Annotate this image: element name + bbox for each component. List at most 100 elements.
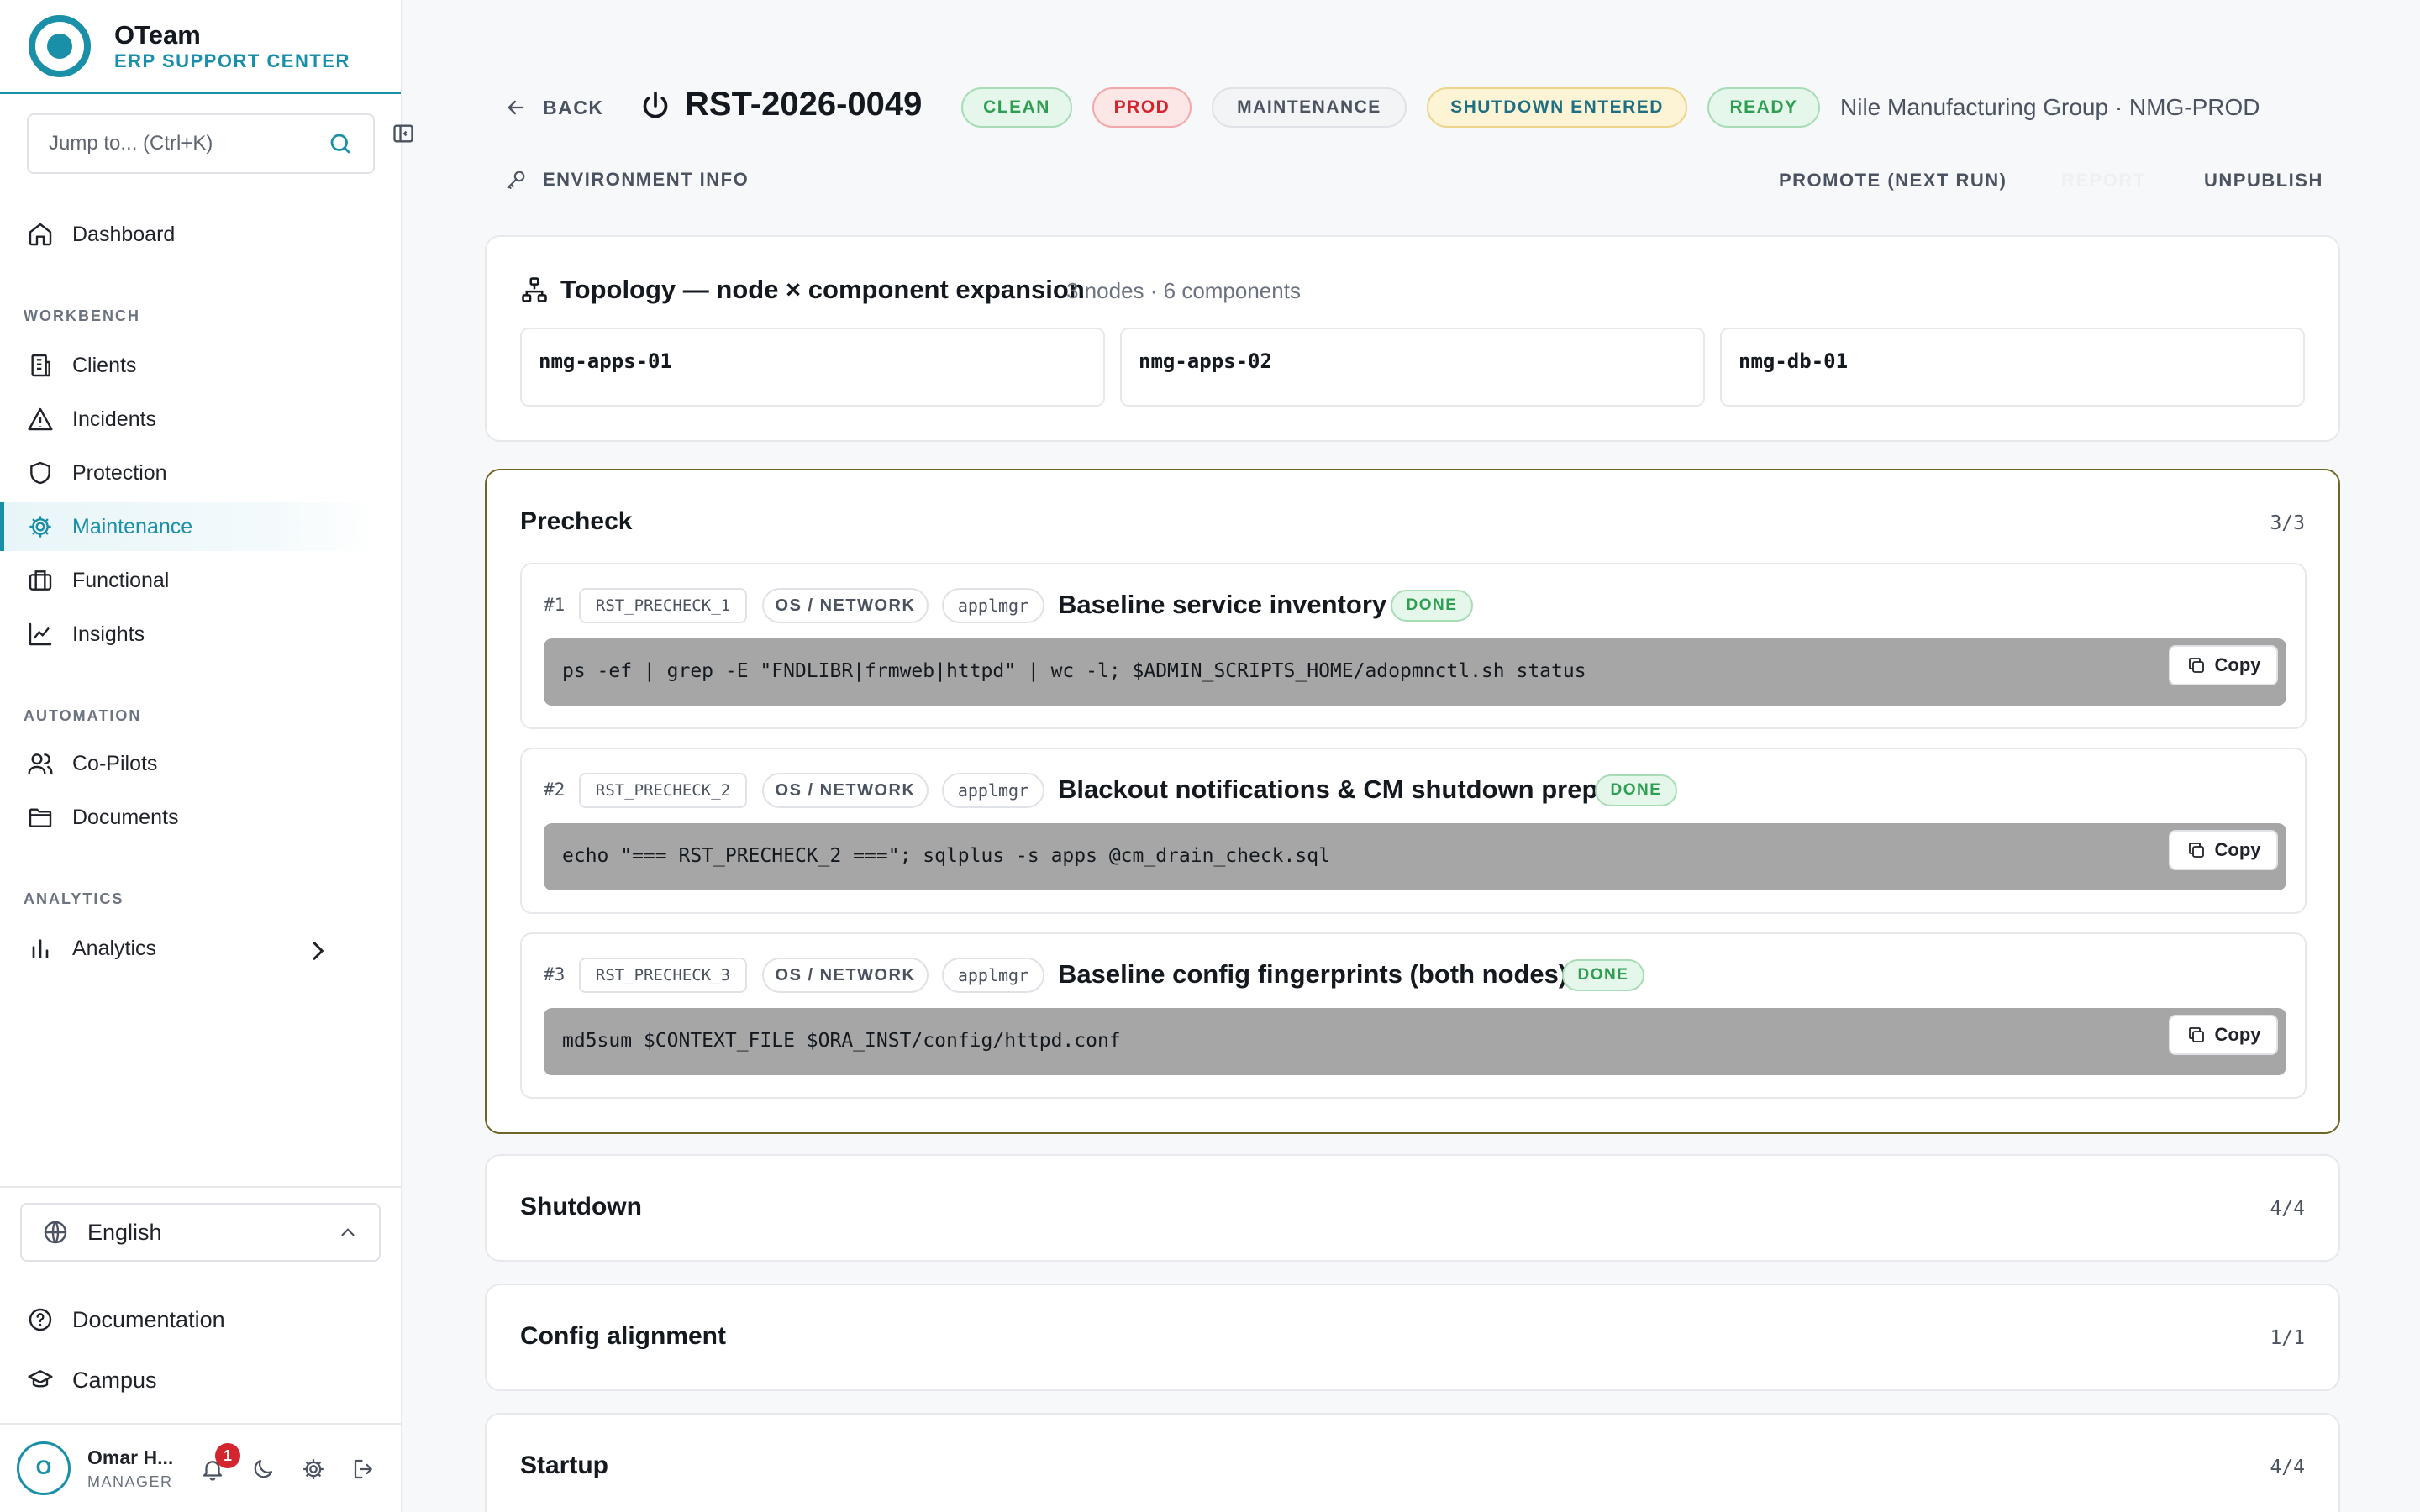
- home-icon: [29, 223, 52, 246]
- documentation-link[interactable]: Documentation: [27, 1299, 225, 1341]
- sidebar-item-label: Incidents: [72, 407, 157, 431]
- node-card[interactable]: nmg-apps-02: [1120, 328, 1705, 407]
- node-card[interactable]: nmg-apps-01: [520, 328, 1105, 407]
- step-title: Baseline config fingerprints (both nodes…: [1058, 959, 1568, 989]
- chevron-up-icon: [341, 1228, 355, 1236]
- phase-startup[interactable]: Startup 4/4: [485, 1413, 2340, 1512]
- step-code-chip: RST_PRECHECK_2: [579, 773, 747, 808]
- client-name: Nile Manufacturing Group · NMG-PROD: [1840, 94, 2260, 120]
- node-card[interactable]: nmg-db-01: [1720, 328, 2305, 407]
- brand-title: OTeam: [114, 20, 201, 50]
- command-text: ps -ef | grep -E "FNDLIBR|frmweb|httpd" …: [562, 660, 1586, 682]
- step-category-chip: OS / NETWORK: [762, 773, 929, 808]
- avatar[interactable]: O: [17, 1441, 71, 1495]
- building-icon: [31, 354, 50, 377]
- phase-count: 3/3: [2270, 512, 2305, 534]
- logout-icon[interactable]: [351, 1457, 376, 1482]
- topology-count: 3 nodes · 6 components: [1066, 278, 1301, 303]
- unpublish-button[interactable]: UNPUBLISH: [2204, 170, 2323, 192]
- shield-icon: [30, 461, 50, 485]
- sidebar-item-label: Analytics: [72, 936, 157, 960]
- status-badge-maintenance: MAINTENANCE: [1212, 87, 1407, 128]
- jump-to-search[interactable]: Jump to... (Ctrl+K): [27, 113, 375, 174]
- sidebar-item-label: Dashboard: [72, 222, 176, 246]
- brand[interactable]: OTeam ERP SUPPORT CENTER: [0, 0, 401, 94]
- status-badge-prod: PROD: [1092, 87, 1192, 128]
- environment-info-label: ENVIRONMENT INFO: [543, 169, 750, 190]
- sidebar-item-dashboard[interactable]: Dashboard: [0, 210, 380, 259]
- sidebar-item-clients[interactable]: Clients: [0, 341, 380, 390]
- campus-link[interactable]: Campus: [27, 1359, 157, 1401]
- back-button[interactable]: BACK: [504, 92, 603, 123]
- copy-button[interactable]: Copy: [2169, 830, 2278, 870]
- phase-config-alignment[interactable]: Config alignment 1/1: [485, 1284, 2340, 1391]
- language-value: English: [87, 1219, 162, 1245]
- sidebar: OTeam ERP SUPPORT CENTER Jump to... (Ctr…: [0, 0, 413, 1512]
- sidebar-item-maintenance[interactable]: Maintenance: [0, 502, 380, 551]
- step-code-chip: RST_PRECHECK_1: [579, 588, 747, 623]
- phase-title[interactable]: Precheck: [520, 507, 632, 536]
- sidebar-item-insights[interactable]: Insights: [0, 610, 380, 659]
- step-command: echo "=== RST_PRECHECK_2 ==="; sqlplus -…: [544, 823, 2286, 890]
- phase-precheck: Precheck 3/3 #1 RST_PRECHECK_1 OS / NETW…: [485, 469, 2340, 1134]
- step-title: Blackout notifications & CM shutdown pre…: [1058, 774, 1598, 804]
- promote-next-run-button[interactable]: PROMOTE (NEXT RUN): [1779, 170, 2007, 192]
- step-number: #2: [544, 780, 566, 800]
- user-role: MANAGER: [87, 1473, 173, 1490]
- command-text: echo "=== RST_PRECHECK_2 ==="; sqlplus -…: [562, 845, 1330, 867]
- sidebar-item-incidents[interactable]: Incidents: [0, 395, 380, 444]
- copy-icon: [2188, 1027, 2204, 1042]
- sidebar-divider: [0, 1186, 401, 1188]
- step-card: #2 RST_PRECHECK_2 OS / NETWORK applmgr B…: [520, 748, 2307, 914]
- phase-title: Shutdown: [520, 1193, 642, 1221]
- step-user-chip: applmgr: [942, 588, 1044, 623]
- sidebar-item-documents[interactable]: Documents: [0, 793, 380, 842]
- step-status-badge: DONE: [1562, 959, 1644, 991]
- briefcase-icon: [29, 570, 52, 591]
- folder-icon: [29, 808, 52, 827]
- sidebar-item-label: Protection: [72, 460, 167, 485]
- report-button[interactable]: REPORT: [2061, 170, 2146, 192]
- users-icon: [28, 753, 53, 775]
- jump-to-placeholder: Jump to... (Ctrl+K): [49, 132, 213, 155]
- notification-count-badge: 1: [215, 1443, 240, 1468]
- gear-icon: [29, 516, 51, 538]
- copy-button[interactable]: Copy: [2169, 645, 2278, 685]
- environment-info-button[interactable]: ENVIRONMENT INFO: [504, 168, 749, 192]
- status-badge-ready: READY: [1707, 87, 1820, 128]
- collapse-sidebar-icon[interactable]: [392, 122, 415, 145]
- graduation-cap-icon: [28, 1370, 53, 1388]
- step-title: Baseline service inventory: [1058, 590, 1387, 619]
- moon-icon[interactable]: [250, 1457, 276, 1482]
- step-command: ps -ef | grep -E "FNDLIBR|frmweb|httpd" …: [544, 638, 2286, 706]
- language-select[interactable]: English: [20, 1203, 381, 1262]
- brand-subtitle: ERP SUPPORT CENTER: [114, 50, 350, 71]
- command-text: md5sum $CONTEXT_FILE $ORA_INST/config/ht…: [562, 1030, 1121, 1052]
- page-title: RST-2026-0049: [685, 86, 923, 123]
- step-number: #1: [544, 595, 566, 615]
- step-category-chip: OS / NETWORK: [762, 588, 929, 623]
- sidebar-item-label: Co-Pilots: [72, 751, 158, 775]
- copy-button[interactable]: Copy: [2169, 1015, 2278, 1055]
- topology-icon: [522, 277, 547, 302]
- step-number: #3: [544, 964, 566, 984]
- step-status-badge: DONE: [1391, 590, 1473, 622]
- oteam-logo-icon: [29, 15, 91, 77]
- power-icon: [643, 92, 668, 118]
- nav-section-workbench: WORKBENCH: [24, 307, 140, 324]
- sidebar-item-label: Insights: [72, 622, 145, 646]
- phase-shutdown[interactable]: Shutdown 4/4: [485, 1154, 2340, 1262]
- step-status-badge: DONE: [1595, 774, 1677, 806]
- user-name: Omar H...: [87, 1446, 174, 1468]
- sidebar-item-copilots[interactable]: Co-Pilots: [0, 739, 380, 788]
- sidebar-item-functional[interactable]: Functional: [0, 556, 380, 605]
- settings-gear-icon[interactable]: [301, 1457, 326, 1482]
- globe-icon: [44, 1221, 67, 1244]
- step-user-chip: applmgr: [942, 958, 1044, 993]
- sidebar-item-analytics[interactable]: Analytics: [0, 924, 380, 973]
- search-icon: [330, 134, 350, 154]
- sidebar-item-protection[interactable]: Protection: [0, 449, 380, 497]
- help-circle-icon: [29, 1308, 52, 1331]
- status-badge-clean: CLEAN: [961, 87, 1072, 128]
- sidebar-item-label: Maintenance: [72, 514, 193, 538]
